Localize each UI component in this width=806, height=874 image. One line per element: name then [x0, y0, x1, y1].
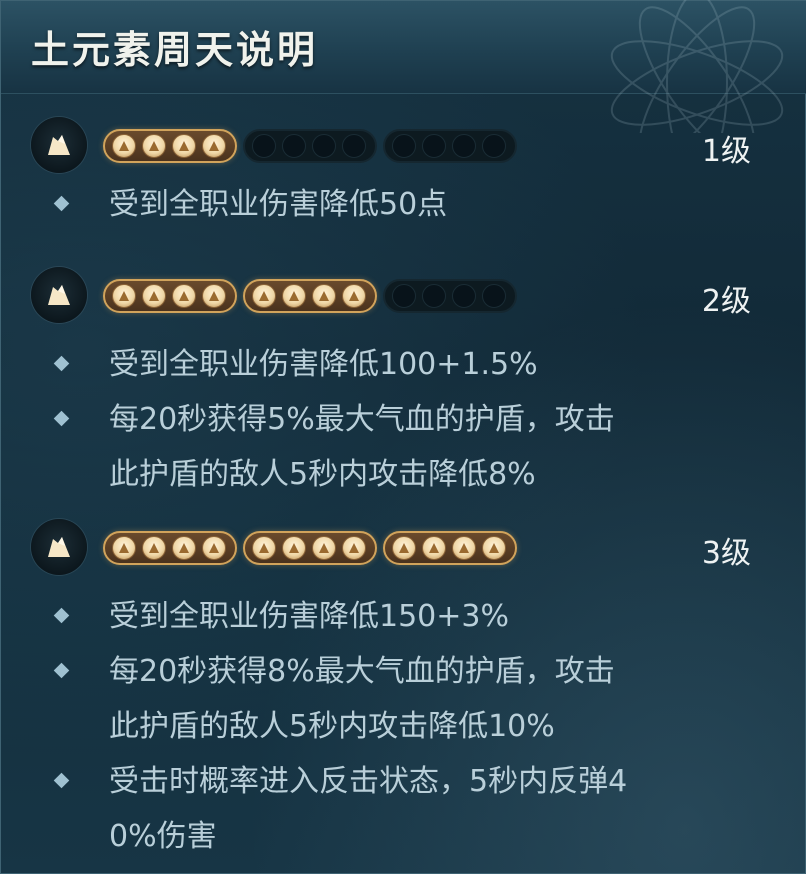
effect-line: 受到全职业伤害降低100+1.5% — [1, 337, 806, 392]
pip-group-3 — [383, 279, 517, 313]
effect-line: 受到全职业伤害降低150+3% — [1, 589, 806, 644]
bullet-diamond-icon — [53, 607, 70, 624]
tier-level-label: 2级 — [701, 284, 751, 319]
panel-header: 土元素周天说明 — [1, 0, 806, 133]
effect-line: 每20秒获得5%最大气血的护盾，攻击 — [1, 392, 806, 447]
flower-ornament-icon — [610, 0, 784, 133]
bullet-diamond-icon — [53, 355, 70, 372]
tier-1: 1级 受到全职业伤害降低50点 — [1, 117, 806, 232]
bullet-diamond-icon — [53, 195, 70, 212]
pip-group-2 — [243, 129, 377, 163]
earth-element-icon — [31, 519, 87, 575]
earth-element-icon — [31, 117, 87, 173]
tier-level-label: 3级 — [701, 536, 751, 571]
tier-3: 3级 受到全职业伤害降低150+3% 每20秒获得8%最大气血的护盾，攻击 此护… — [1, 519, 806, 864]
bullet-diamond-icon — [53, 410, 70, 427]
tier-2: 2级 受到全职业伤害降低100+1.5% 每20秒获得5%最大气血的护盾，攻击 … — [1, 267, 806, 502]
pip-group-2 — [243, 531, 377, 565]
pip-group-1 — [103, 279, 237, 313]
bullet-diamond-icon — [53, 662, 70, 679]
pip-group-2 — [243, 279, 377, 313]
bullet-diamond-icon — [53, 772, 70, 789]
effect-line-continuation: 此护盾的敌人5秒内攻击降低10% — [109, 709, 555, 744]
panel-title: 土元素周天说明 — [31, 27, 319, 72]
earth-element-icon — [31, 267, 87, 323]
effect-line-continuation: 0%伤害 — [109, 819, 217, 854]
pip-group-1 — [103, 531, 237, 565]
element-info-panel: 土元素周天说明 1级 受到全职业伤害降低50点 2级 受到全职业伤害降低100+… — [0, 0, 806, 874]
effect-line: 受击时概率进入反击状态，5秒内反弹4 — [1, 754, 806, 809]
pip-group-3 — [383, 531, 517, 565]
pip-group-1 — [103, 129, 237, 163]
effect-line: 受到全职业伤害降低50点 — [1, 177, 806, 232]
effect-line: 每20秒获得8%最大气血的护盾，攻击 — [1, 644, 806, 699]
tier-level-label: 1级 — [701, 134, 751, 169]
effect-line-continuation: 此护盾的敌人5秒内攻击降低8% — [109, 457, 536, 492]
pip-group-3 — [383, 129, 517, 163]
